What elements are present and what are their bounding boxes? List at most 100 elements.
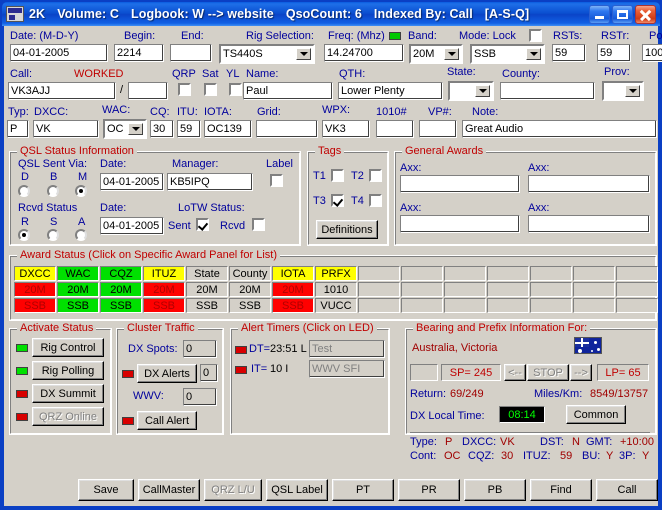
award-cell-mode-11[interactable] [487,298,529,313]
power-input[interactable]: 100 [642,44,662,62]
pt-button[interactable]: PT [332,479,394,501]
rig-selection-combo[interactable]: TS440S [219,44,315,64]
qsl-sent-via-radio-b[interactable] [47,185,59,197]
chevron-down-icon[interactable] [444,48,459,60]
award-cell-mode-3[interactable]: SSB [143,298,185,313]
award-cell-mode-5[interactable]: SSB [229,298,271,313]
award-cell-band-4[interactable]: 20M [186,282,228,297]
call-button[interactable]: Call [596,479,658,501]
rig-polling-button[interactable]: Rig Polling [32,361,104,380]
dxcc-input[interactable]: VK [33,120,99,138]
tag-t3-checkbox[interactable] [331,194,344,207]
award-cell-header-11[interactable] [487,266,529,281]
cq-input[interactable]: 30 [150,120,174,138]
award-cell-band-8[interactable] [358,282,400,297]
tag-t1-checkbox[interactable] [331,169,344,182]
award-cell-mode-9[interactable] [401,298,443,313]
vp-input[interactable] [419,120,457,138]
pb-button[interactable]: PB [464,479,526,501]
itu-input[interactable]: 59 [177,120,201,138]
save-button[interactable]: Save [78,479,134,501]
award-cell-band-0[interactable]: 20M [14,282,56,297]
qsl-rcvd-radio-s[interactable] [47,229,59,241]
dx-alerts-button[interactable]: DX Alerts [137,364,197,383]
dx-summit-led[interactable] [16,390,28,398]
ten10-input[interactable] [376,120,414,138]
call-alert-led[interactable] [122,417,134,425]
award-cell-mode-6[interactable]: SSB [272,298,314,313]
wpx-input[interactable]: VK3 [322,120,370,138]
award-cell-header-4[interactable]: State [186,266,228,281]
call-alert-button[interactable]: Call Alert [137,411,197,430]
iota-input[interactable]: OC139 [204,120,252,138]
grid-input[interactable] [256,120,318,138]
begin-input[interactable]: 2214 [114,44,164,62]
lotw-rcvd-checkbox[interactable] [252,218,265,231]
chevron-down-icon[interactable] [625,85,640,97]
award-cell-band-10[interactable] [444,282,486,297]
award-cell-band-12[interactable] [530,282,572,297]
tag-t4-checkbox[interactable] [369,194,382,207]
rstr-input[interactable]: 59 [597,44,631,62]
rig-control-led[interactable] [16,344,28,352]
chevron-down-icon[interactable] [475,85,490,97]
chevron-down-icon[interactable] [526,48,541,60]
award-cell-mode-7[interactable]: VUCC [315,298,357,313]
qth-input[interactable]: Lower Plenty [338,82,443,100]
call-suffix-input[interactable] [128,82,168,100]
lock-checkbox[interactable] [529,29,542,42]
award-cell-header-1[interactable]: WAC [57,266,99,281]
award-cell-band-3[interactable]: 20M [143,282,185,297]
qsl-sent-date-input[interactable]: 04-01-2005 [100,173,164,191]
dt-led[interactable] [235,346,247,354]
award-axx-4-input[interactable] [528,215,650,233]
award-cell-band-13[interactable] [573,282,615,297]
freq-status-led[interactable] [389,32,401,40]
date-input[interactable]: 04-01-2005 [10,44,108,62]
award-cell-header-7[interactable]: PRFX [315,266,357,281]
lotw-sent-checkbox[interactable] [196,218,209,231]
rsts-input[interactable]: 59 [552,44,586,62]
it-led[interactable] [235,366,247,374]
yl-checkbox[interactable] [229,83,242,96]
name-input[interactable]: Paul [243,82,333,100]
award-cell-header-12[interactable] [530,266,572,281]
award-cell-band-6[interactable]: 20M [272,282,314,297]
wac-combo[interactable]: OC [103,119,147,139]
award-cell-mode-4[interactable]: SSB [186,298,228,313]
award-cell-mode-1[interactable]: SSB [57,298,99,313]
call-input[interactable]: VK3AJJ [8,82,116,100]
award-cell-band-5[interactable]: 20M [229,282,271,297]
qsl-rcvd-radio-r[interactable] [18,229,30,241]
award-cell-header-14[interactable] [616,266,658,281]
callmaster-button[interactable]: CallMaster [138,479,200,501]
qsl-sent-via-radio-d[interactable] [18,185,30,197]
award-cell-band-14[interactable] [616,282,658,297]
qrz-online-led[interactable] [16,413,28,421]
maximize-button[interactable] [612,5,633,24]
award-cell-mode-13[interactable] [573,298,615,313]
mode-combo[interactable]: SSB [470,44,545,64]
award-cell-band-2[interactable]: 20M [100,282,142,297]
qsl-label-checkbox[interactable] [270,174,283,187]
sat-checkbox[interactable] [204,83,217,96]
award-cell-band-7[interactable]: 1010 [315,282,357,297]
rig-polling-led[interactable] [16,367,28,375]
minimize-button[interactable] [589,5,610,24]
qsl-rcvd-date-input[interactable]: 04-01-2005 [100,217,164,235]
qsl-rcvd-radio-a[interactable] [75,229,87,241]
award-cell-mode-2[interactable]: SSB [100,298,142,313]
award-cell-header-2[interactable]: CQZ [100,266,142,281]
award-cell-header-5[interactable]: County [229,266,271,281]
chevron-down-icon[interactable] [296,48,311,60]
tag-t2-checkbox[interactable] [369,169,382,182]
end-input[interactable] [170,44,212,62]
definitions-button[interactable]: Definitions [316,220,378,239]
award-cell-header-10[interactable] [444,266,486,281]
rig-control-button[interactable]: Rig Control [32,338,104,357]
award-cell-header-8[interactable] [358,266,400,281]
award-cell-mode-0[interactable]: SSB [14,298,56,313]
common-button[interactable]: Common [566,405,626,424]
award-cell-header-13[interactable] [573,266,615,281]
qsl-sent-via-radio-m[interactable] [75,185,87,197]
